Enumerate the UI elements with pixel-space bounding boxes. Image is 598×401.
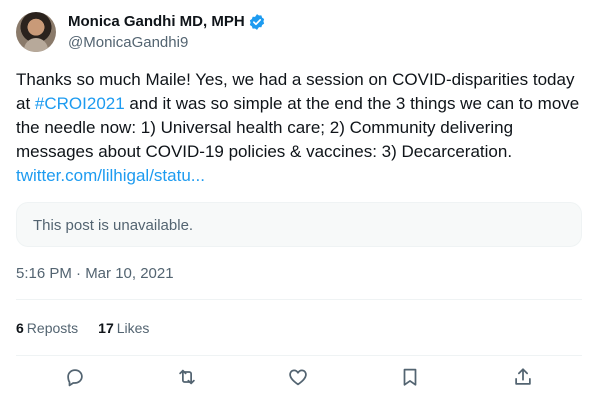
tweet-header: Monica Gandhi MD, MPH @MonicaGandhi9	[16, 12, 582, 56]
likes-label: Likes	[116, 320, 150, 336]
reposts-stat[interactable]: 6 Reposts	[16, 318, 78, 338]
hashtag-link[interactable]: #CROI2021	[35, 94, 125, 113]
likes-stat[interactable]: 17 Likes	[98, 318, 149, 338]
reply-icon[interactable]	[64, 366, 88, 390]
url-link[interactable]: twitter.com/lilhigal/statu...	[16, 166, 205, 185]
action-bar	[16, 364, 582, 392]
author-block: Monica Gandhi MD, MPH @MonicaGandhi9	[68, 12, 266, 53]
repost-icon[interactable]	[176, 366, 200, 390]
post-timestamp[interactable]: 5:16 PM · Mar 10, 2021	[16, 264, 174, 284]
engagement-stats: 6 Reposts 17 Likes	[16, 318, 149, 338]
likes-count: 17	[98, 320, 114, 336]
author-handle[interactable]: @MonicaGandhi9	[68, 33, 266, 53]
unavailable-message: This post is unavailable.	[33, 217, 194, 234]
verified-badge-icon	[248, 13, 266, 31]
like-icon[interactable]	[287, 366, 311, 390]
divider	[16, 355, 582, 356]
author-display-name[interactable]: Monica Gandhi MD, MPH	[68, 12, 245, 32]
divider	[16, 299, 582, 300]
share-icon[interactable]	[512, 366, 536, 390]
bookmark-icon[interactable]	[399, 366, 423, 390]
tweet-text: Thanks so much Maile! Yes, we had a sess…	[16, 68, 586, 188]
quoted-post-unavailable: This post is unavailable.	[16, 202, 582, 247]
reposts-count: 6	[16, 320, 24, 336]
reposts-label: Reposts	[26, 320, 79, 336]
name-row: Monica Gandhi MD, MPH	[68, 12, 266, 32]
avatar[interactable]	[16, 12, 56, 52]
